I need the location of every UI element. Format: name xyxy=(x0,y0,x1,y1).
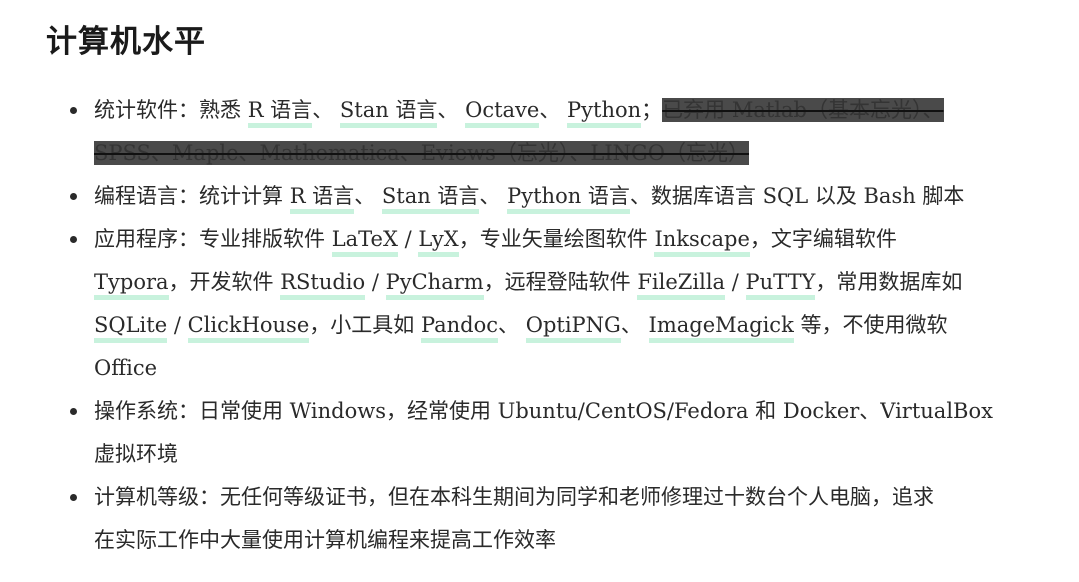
separator: 、 xyxy=(437,98,459,122)
link-pycharm[interactable]: PyCharm xyxy=(385,270,484,300)
link-python-language[interactable]: Python 语言 xyxy=(507,184,630,214)
line: 虚拟环境 xyxy=(94,433,1056,476)
line: 计算机等级：无任何等级证书，但在本科生期间为同学和老师修理过十数台个人电脑，追求 xyxy=(94,476,1056,519)
line: Typora，开发软件 RStudio / PyCharm，远程登陆软件 Fil… xyxy=(94,261,1056,304)
item-label: 编程语言： xyxy=(94,184,199,208)
item-label: 统计软件： xyxy=(94,98,199,122)
item-label: 计算机等级： xyxy=(94,485,220,509)
separator: ； xyxy=(641,98,663,122)
line: 操作系统：日常使用 Windows，经常使用 Ubuntu/CentOS/Fed… xyxy=(94,390,1056,433)
text: 在实际工作中大量使用计算机编程来提高工作效率 xyxy=(94,528,556,552)
line: SPSS、Maple、Mathematica、Eviews（忘光）、LINGO（… xyxy=(94,132,1056,175)
separator: / xyxy=(397,227,419,251)
text: ，专业矢量绘图软件 xyxy=(458,227,655,251)
text: ，文字编辑软件 xyxy=(749,227,897,251)
text: 专业排版软件 xyxy=(199,227,332,251)
link-stan-language[interactable]: Stan 语言 xyxy=(339,98,438,128)
line: 在实际工作中大量使用计算机编程来提高工作效率 xyxy=(94,519,1056,562)
link-sqlite[interactable]: SQLite xyxy=(94,313,168,343)
link-octave[interactable]: Octave xyxy=(465,98,540,128)
text: Office xyxy=(94,356,158,380)
text: 等，不使用微软 xyxy=(793,313,948,337)
link-rstudio[interactable]: RStudio xyxy=(280,270,366,300)
link-filezilla[interactable]: FileZilla xyxy=(637,270,726,300)
link-pandoc[interactable]: Pandoc xyxy=(420,313,499,343)
link-python[interactable]: Python xyxy=(567,98,642,128)
separator: 、 xyxy=(354,184,376,208)
text: 熟悉 xyxy=(199,98,248,122)
item-label: 操作系统： xyxy=(94,399,199,423)
item-label: 应用程序： xyxy=(94,227,199,251)
text: ，开发软件 xyxy=(168,270,281,294)
deleted-text: 已弃用 Matlab（基本忘光）、 xyxy=(662,98,944,122)
separator: / xyxy=(167,313,188,337)
link-stan-language[interactable]: Stan 语言 xyxy=(381,184,480,214)
link-optipng[interactable]: OptiPNG xyxy=(525,313,621,343)
text: ，远程登陆软件 xyxy=(483,270,638,294)
line: 统计软件：熟悉 R 语言、 Stan 语言、 Octave、 Python；已弃… xyxy=(94,89,1056,132)
separator: / xyxy=(365,270,386,294)
text: 虚拟环境 xyxy=(94,442,178,466)
text: 、数据库语言 SQL 以及 Bash 脚本 xyxy=(629,184,965,208)
list-item-programming: 编程语言：统计计算 R 语言、 Stan 语言、 Python 语言、数据库语言… xyxy=(70,175,1056,218)
list-item-applications: 应用程序：专业排版软件 LaTeX / LyX，专业矢量绘图软件 Inkscap… xyxy=(70,218,1056,390)
text: 无任何等级证书，但在本科生期间为同学和老师修理过十数台个人电脑，追求 xyxy=(220,485,934,509)
list-item-stats-software: 统计软件：熟悉 R 语言、 Stan 语言、 Octave、 Python；已弃… xyxy=(70,89,1056,175)
line: 应用程序：专业排版软件 LaTeX / LyX，专业矢量绘图软件 Inkscap… xyxy=(94,218,1056,261)
link-r-language[interactable]: R 语言 xyxy=(289,184,355,214)
link-lyx[interactable]: LyX xyxy=(418,227,459,257)
list-item-computer-level: 计算机等级：无任何等级证书，但在本科生期间为同学和老师修理过十数台个人电脑，追求… xyxy=(70,476,1056,562)
link-r-language[interactable]: R 语言 xyxy=(247,98,313,128)
link-putty[interactable]: PuTTY xyxy=(745,270,816,300)
link-inkscape[interactable]: Inkscape xyxy=(654,227,750,257)
separator: 、 xyxy=(479,184,501,208)
separator: 、 xyxy=(312,98,334,122)
separator: 、 xyxy=(620,313,642,337)
line: SQLite / ClickHouse，小工具如 Pandoc、 OptiPNG… xyxy=(94,304,1056,347)
link-typora[interactable]: Typora xyxy=(94,270,169,300)
link-latex[interactable]: LaTeX xyxy=(331,227,398,257)
line: 编程语言：统计计算 R 语言、 Stan 语言、 Python 语言、数据库语言… xyxy=(94,175,1056,218)
skills-list: 统计软件：熟悉 R 语言、 Stan 语言、 Octave、 Python；已弃… xyxy=(46,89,1056,562)
text: 统计计算 xyxy=(199,184,290,208)
text: 日常使用 Windows，经常使用 Ubuntu/CentOS/Fedora 和… xyxy=(199,399,993,423)
text: ，常用数据库如 xyxy=(815,270,963,294)
separator: 、 xyxy=(498,313,520,337)
separator: 、 xyxy=(539,98,561,122)
link-clickhouse[interactable]: ClickHouse xyxy=(187,313,310,343)
separator: / xyxy=(725,270,746,294)
deleted-text: SPSS、Maple、Mathematica、Eviews（忘光）、LINGO（… xyxy=(94,141,750,165)
text: ，小工具如 xyxy=(309,313,421,337)
link-imagemagick[interactable]: ImageMagick xyxy=(648,313,794,343)
section-title: 计算机水平 xyxy=(46,24,206,60)
resume-section: 计算机水平 统计软件：熟悉 R 语言、 Stan 语言、 Octave、 Pyt… xyxy=(0,0,1056,562)
list-item-os: 操作系统：日常使用 Windows，经常使用 Ubuntu/CentOS/Fed… xyxy=(70,390,1056,476)
line: Office xyxy=(94,347,1056,390)
